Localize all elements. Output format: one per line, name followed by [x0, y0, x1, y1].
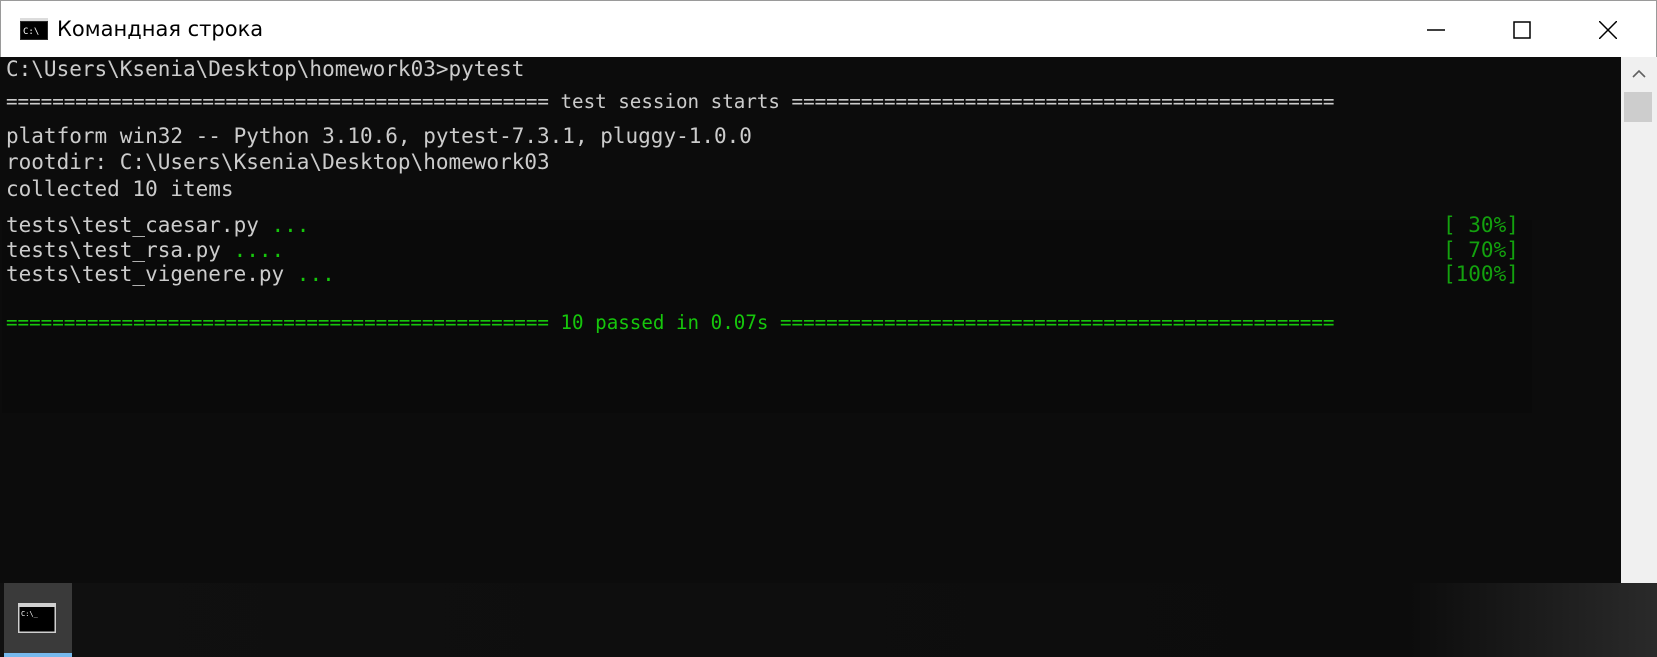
- summary-line: ========================================…: [6, 311, 1335, 334]
- result-line: tests\test_caesar.py ...: [6, 213, 309, 238]
- result-dots: ...: [296, 262, 335, 286]
- active-app-indicator: [4, 653, 72, 657]
- result-percent: [ 30%]: [1443, 213, 1519, 237]
- terminal-icon: C:\_: [18, 603, 56, 633]
- maximize-icon: [1513, 20, 1531, 39]
- result-file: tests\test_vigenere.py: [6, 262, 297, 286]
- vertical-scrollbar[interactable]: [1621, 57, 1657, 583]
- minimize-icon: [1427, 28, 1445, 31]
- result-percent: [ 70%]: [1443, 238, 1519, 262]
- close-button[interactable]: [1565, 1, 1651, 58]
- maximize-button[interactable]: [1479, 1, 1565, 58]
- result-file: tests\test_rsa.py: [6, 238, 234, 262]
- taskbar: C:\_: [0, 583, 1657, 657]
- scroll-up-button[interactable]: [1621, 57, 1657, 89]
- svg-text:C:\_: C:\_: [21, 610, 39, 618]
- taskbar-cmd-button[interactable]: C:\_: [4, 583, 72, 657]
- title-bar[interactable]: C:\ Командная строка: [0, 0, 1657, 57]
- collected-line: collected 10 items: [6, 177, 234, 201]
- scroll-thumb[interactable]: [1624, 92, 1652, 122]
- result-percent: [100%]: [1443, 262, 1519, 286]
- result-line: tests\test_rsa.py ....: [6, 238, 284, 263]
- result-dots: ...: [271, 213, 310, 237]
- svg-text:C:\: C:\: [23, 27, 39, 37]
- result-file: tests\test_caesar.py: [6, 213, 272, 237]
- result-line: tests\test_vigenere.py ...: [6, 262, 335, 287]
- result-dots: ....: [233, 238, 285, 262]
- session-header: ========================================…: [6, 90, 1335, 113]
- prompt-line: C:\Users\Ksenia\Desktop\homework03>pytes…: [6, 57, 525, 81]
- cmd-icon: C:\: [20, 18, 48, 40]
- chevron-up-icon: [1632, 69, 1646, 78]
- window-title: Командная строка: [57, 17, 264, 41]
- console-output[interactable]: C:\Users\Ksenia\Desktop\homework03>pytes…: [0, 57, 1621, 583]
- minimize-button[interactable]: [1393, 1, 1479, 58]
- platform-line: platform win32 -- Python 3.10.6, pytest-…: [6, 124, 752, 148]
- close-icon: [1599, 20, 1617, 39]
- cmd-window: C:\ Командная строка C:\Users\Ksenia\Des…: [0, 0, 1657, 583]
- rootdir-line: rootdir: C:\Users\Ksenia\Desktop\homewor…: [6, 150, 550, 174]
